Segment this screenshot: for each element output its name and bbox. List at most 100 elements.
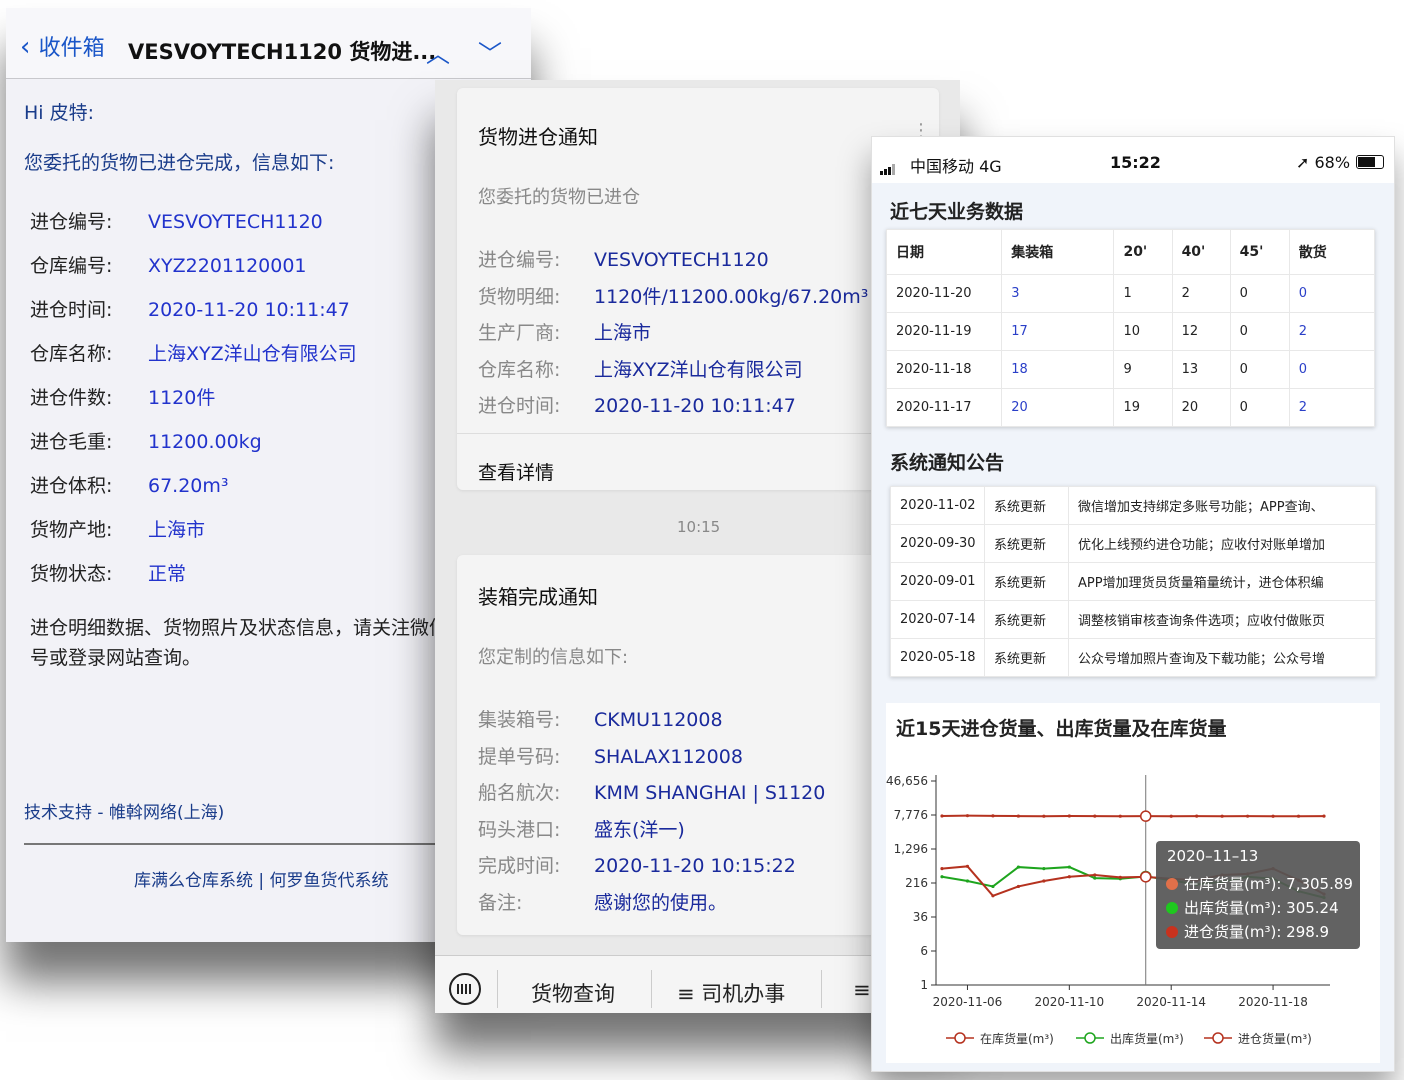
biz-cell: 2 xyxy=(1171,274,1231,313)
biz-cell: 0 xyxy=(1229,312,1290,351)
keyboard-icon[interactable] xyxy=(449,973,481,1005)
biz-cell[interactable]: 18 xyxy=(1001,350,1115,389)
biz-header-cell: 集装箱 xyxy=(1001,229,1115,275)
packing-notice-card[interactable]: 装箱完成通知 您定制的信息如下: 集装箱号: CKMU112008 提单号码: SHA… xyxy=(457,555,939,935)
field-value: 正常 xyxy=(148,563,187,585)
field-label: 货物产地: xyxy=(30,519,113,541)
notice-cell: 优化上线预约进仓功能；应收付对账单增加 xyxy=(1068,524,1376,563)
signal-icon xyxy=(880,156,896,175)
biz-cell[interactable]: 20 xyxy=(1001,388,1115,427)
field-value: 上海市 xyxy=(148,519,206,541)
field-value: 2020-11-20 10:15:22 xyxy=(594,855,796,877)
tooltip-line: 进仓货量(m³): 298.9 xyxy=(1184,923,1329,941)
chevron-down-icon[interactable]: ﹀ xyxy=(478,34,502,69)
x-tick-label: 2020-11-18 xyxy=(1238,995,1308,1009)
view-detail-link[interactable]: 查看详情 xyxy=(478,458,554,485)
biz-cell[interactable]: 2 xyxy=(1288,388,1376,427)
biz-cell: 9 xyxy=(1113,350,1173,389)
table-row[interactable]: 2020-11-19 17 10 12 0 2 xyxy=(885,312,1376,351)
card-subtitle: 您委托的货物已进仓 xyxy=(478,187,640,208)
field-value: 1120件 xyxy=(148,387,216,409)
field-label: 仓库名称: xyxy=(478,358,561,381)
notice-row[interactable]: 2020-11-02 系统更新 微信增加支持绑定多账号功能；APP查询、 xyxy=(890,486,1376,525)
back-label: 收件箱 xyxy=(38,36,105,61)
field-label: 仓库名称: xyxy=(30,343,113,365)
field-label: 完成时间: xyxy=(478,855,561,877)
notice-row[interactable]: 2020-09-01 系统更新 APP增加理货员货量箱量统计，进仓体积编 xyxy=(890,562,1376,601)
footer-links[interactable]: 库满么仓库系统 | 何罗鱼货代系统 xyxy=(134,866,389,891)
field-value: 盛东(洋一) xyxy=(594,818,685,841)
table-row[interactable]: 2020-11-20 3 1 2 0 0 xyxy=(885,274,1376,313)
biz-cell[interactable]: 17 xyxy=(1001,312,1115,351)
data-point xyxy=(991,884,995,889)
x-tick-label: 2020-11-10 xyxy=(1034,995,1104,1009)
biz-cell: 0 xyxy=(1229,388,1290,427)
data-point xyxy=(991,894,995,898)
notice-row[interactable]: 2020-09-30 系统更新 优化上线预约进仓功能；应收付对账单增加 xyxy=(890,524,1376,563)
y-tick-label: 7,776 xyxy=(894,808,928,822)
field-label: 生产厂商: xyxy=(478,322,561,344)
biz-header-cell: 20' xyxy=(1113,229,1173,275)
biz-cell: 10 xyxy=(1113,312,1173,351)
notice-row[interactable]: 2020-07-14 系统更新 调整核销审核查询条件选项；应收付做账页 xyxy=(890,600,1376,639)
y-tick-label: 1 xyxy=(920,978,928,992)
notice-cell: 调整核销审核查询条件选项；应收付做账页 xyxy=(1068,600,1376,639)
data-point xyxy=(1220,814,1224,818)
card-field-row: 提单号码: SHALAX112008 xyxy=(478,742,743,769)
notice-cell: APP增加理货员货量箱量统计，进仓体积编 xyxy=(1068,562,1376,601)
menu-more[interactable]: ≡ xyxy=(853,978,871,1002)
field-value: 2020-11-20 10:11:47 xyxy=(148,299,350,321)
chart-title: 近15天进仓货量、出库货量及在库货量 xyxy=(896,717,1226,740)
message-time: 10:15 xyxy=(677,518,721,536)
field-value: 2020-11-20 10:11:47 xyxy=(594,395,796,417)
y-tick-label: 6 xyxy=(920,944,928,958)
card-subtitle: 您定制的信息如下: xyxy=(478,647,629,668)
biz-cell[interactable]: 0 xyxy=(1288,274,1376,313)
support-link[interactable]: 技术支持 - 帷斡网络(上海) xyxy=(24,798,224,823)
email-field-row: 进仓编号: VESVOYTECH1120 xyxy=(30,207,323,237)
legend-label: 在库货量(m³) xyxy=(980,1031,1054,1046)
field-label: 仓库编号: xyxy=(30,255,113,277)
data-point xyxy=(1067,875,1071,879)
legend-marker xyxy=(954,1032,966,1044)
data-point xyxy=(1296,814,1301,818)
note-text: 进仓明细数据、货物照片及状态信息，请关注微信公众号或登录网站查询。 xyxy=(30,617,487,669)
menu-cargo-query[interactable]: 货物查询 xyxy=(531,978,615,1008)
x-tick-label: 2020-11-14 xyxy=(1136,995,1206,1009)
field-label: 码头港口: xyxy=(478,818,561,841)
field-value: VESVOYTECH1120 xyxy=(594,249,769,271)
menu-driver-service[interactable]: ≡ 司机办事 xyxy=(677,978,785,1008)
notice-row[interactable]: 2020-05-18 系统更新 公众号增加照片查询及下载功能；公众号增 xyxy=(890,638,1376,677)
notice-cell: 系统更新 xyxy=(984,638,1069,677)
table-row[interactable]: 2020-11-17 20 19 20 0 2 xyxy=(885,388,1376,427)
legend-marker xyxy=(1212,1032,1224,1044)
biz-cell[interactable]: 0 xyxy=(1288,350,1376,389)
data-point xyxy=(940,814,944,818)
biz-cell[interactable]: 3 xyxy=(1001,274,1115,313)
card-field-row: 仓库名称: 上海XYZ洋山仓有限公司 xyxy=(478,355,803,382)
intro-text: 您委托的货物已进仓完成，信息如下: xyxy=(24,152,335,174)
biz-header-cell: 日期 xyxy=(885,229,1003,275)
battery-icon xyxy=(1356,155,1384,169)
biz-cell: 13 xyxy=(1171,350,1231,389)
table-row[interactable]: 2020-11-18 18 9 13 0 0 xyxy=(885,350,1376,389)
notice-cell: 系统更新 xyxy=(984,524,1069,563)
biz-table: 日期 集装箱 20' 40' 45' 散货 2020-11-20 3 1 2 0 0 2020-11-… xyxy=(885,229,1376,427)
data-point xyxy=(991,814,995,818)
biz-cell[interactable]: 2 xyxy=(1288,312,1376,351)
chart[interactable]: 近15天进仓货量、出库货量及在库货量 1 6 36 216 1,296 7,776 46,65… xyxy=(886,703,1380,1063)
tooltip-line: 出库货量(m³): 305.24 xyxy=(1184,899,1339,917)
field-value: 67.20m³ xyxy=(148,475,229,497)
field-label: 进仓毛重: xyxy=(30,431,113,453)
card-title: 装箱完成通知 xyxy=(478,585,598,609)
data-point xyxy=(1042,879,1046,883)
back-button[interactable]: ‹ 收件箱 xyxy=(20,32,105,64)
field-label: 备注: xyxy=(478,891,523,914)
data-point xyxy=(1093,876,1097,880)
notice-section-title: 系统通知公告 xyxy=(890,452,1005,474)
notice-cell: 系统更新 xyxy=(984,486,1069,525)
chevron-up-icon[interactable]: ︿ xyxy=(426,34,450,69)
data-point xyxy=(1016,884,1020,889)
y-tick-label: 1,296 xyxy=(894,842,928,856)
inbound-notice-card[interactable]: 货物进仓通知 ⋮ 您委托的货物已进仓 进仓编号: VESVOYTECH1120 货物… xyxy=(457,88,939,490)
